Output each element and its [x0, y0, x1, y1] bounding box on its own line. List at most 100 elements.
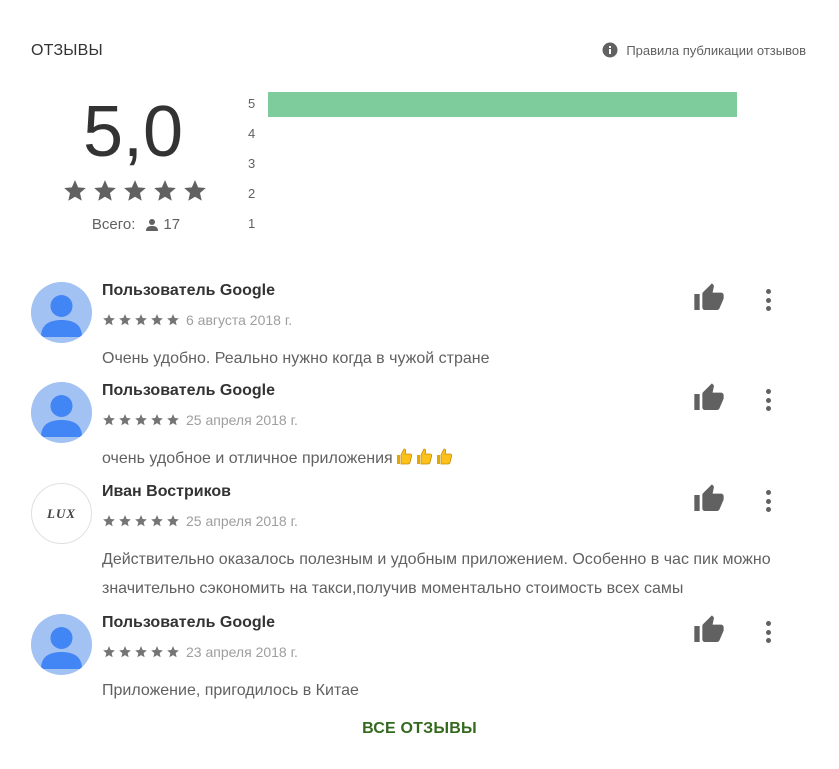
- more-options-dot: [765, 397, 771, 403]
- more-options-dot: [765, 629, 771, 635]
- user-silhouette-icon: [31, 282, 92, 343]
- star-icon: [124, 180, 146, 201]
- review-meta: 6 августа 2018 г.: [102, 312, 292, 328]
- star-icon: [167, 515, 179, 527]
- more-options-dot: [765, 498, 771, 504]
- review-date: 25 апреля 2018 г.: [186, 412, 298, 428]
- average-stars: [55, 178, 215, 204]
- thumbs-up-emoji-icon: [416, 448, 432, 465]
- total-label: Всего:: [91, 216, 136, 233]
- review-meta: 25 апреля 2018 г.: [102, 412, 298, 428]
- star-icon: [135, 515, 147, 527]
- star-icon: [119, 646, 131, 658]
- star-icon: [135, 646, 147, 658]
- thumbs-up-icon[interactable]: [693, 483, 725, 515]
- person-icon: [146, 218, 159, 231]
- review-text: Приложение, пригодилось в Китае: [102, 676, 812, 705]
- review-text: Действительно оказалось полезным и удобн…: [102, 545, 812, 603]
- total-ratings: Всего: 17: [57, 216, 215, 233]
- thumbs-up-icon[interactable]: [693, 282, 725, 314]
- review-policy-link[interactable]: Правила публикации отзывов: [602, 42, 806, 58]
- default-user-avatar: [31, 282, 92, 343]
- review-text-content: Действительно оказалось полезным и удобн…: [102, 551, 771, 597]
- more-options-icon[interactable]: [757, 487, 779, 515]
- more-options-dot: [765, 490, 771, 495]
- review-author: Пользователь Google: [102, 382, 276, 399]
- review-date: 23 апреля 2018 г.: [186, 644, 298, 660]
- thumbs-up-icon[interactable]: [693, 614, 725, 646]
- user-silhouette-icon: [31, 382, 92, 443]
- all-reviews-button[interactable]: ВСЕ ОТЗЫВЫ: [362, 720, 477, 737]
- star-icon: [103, 314, 115, 326]
- rating-summary: 5,0 Всего: 17: [55, 90, 215, 250]
- star-icon: [64, 180, 86, 201]
- review-date: 6 августа 2018 г.: [186, 312, 293, 328]
- star-icon: [103, 515, 115, 527]
- section-title: ОТЗЫВЫ: [31, 42, 103, 59]
- rating-histogram: 5 4 3 2 1: [246, 92, 746, 242]
- histogram-row: 3: [246, 152, 746, 174]
- star-icon: [151, 646, 163, 658]
- histogram-row: 4: [246, 122, 746, 144]
- reviews-header: ОТЗЫВЫ Правила публикации отзывов: [31, 40, 806, 64]
- histogram-label: 3: [248, 156, 256, 171]
- more-options-icon[interactable]: [757, 618, 779, 646]
- review-author: Пользователь Google: [102, 614, 276, 631]
- review-text-content: Приложение, пригодилось в Китае: [102, 682, 359, 699]
- histogram-label: 1: [248, 216, 256, 231]
- review-policy-label: Правила публикации отзывов: [626, 42, 806, 58]
- star-icon: [135, 414, 147, 426]
- histogram-row: 5: [246, 92, 746, 117]
- star-icon: [151, 414, 163, 426]
- thumbs-up-emoji-icon: [436, 448, 452, 465]
- all-reviews-container: ВСЕ ОТЗЫВЫ: [0, 720, 839, 738]
- histogram-row: 1: [246, 212, 746, 234]
- histogram-label: 5: [248, 96, 256, 111]
- review-text: очень удобное и отличное приложения: [102, 444, 812, 473]
- review-meta: 25 апреля 2018 г.: [102, 513, 298, 529]
- star-icon: [151, 515, 163, 527]
- histogram-label: 2: [248, 186, 256, 201]
- more-options-dot: [765, 306, 771, 311]
- more-options-dot: [765, 621, 771, 626]
- review-text-content: Очень удобно. Реально нужно когда в чужо…: [102, 350, 490, 367]
- star-icon: [135, 314, 147, 326]
- review-text: Очень удобно. Реально нужно когда в чужо…: [102, 344, 812, 373]
- star-icon: [103, 646, 115, 658]
- histogram-row: 2: [246, 182, 746, 204]
- total-count: 17: [163, 216, 181, 233]
- more-options-dot: [765, 289, 771, 294]
- more-options-icon[interactable]: [757, 386, 779, 414]
- more-options-dot: [765, 389, 771, 394]
- star-icon: [119, 314, 131, 326]
- star-icon: [184, 180, 206, 201]
- more-options-icon[interactable]: [757, 286, 779, 314]
- star-icon: [167, 314, 179, 326]
- star-icon: [151, 314, 163, 326]
- more-options-dot: [765, 507, 771, 512]
- more-options-dot: [765, 406, 771, 411]
- star-icon: [94, 180, 116, 201]
- more-options-dot: [765, 638, 771, 643]
- star-icon: [119, 515, 131, 527]
- star-icon: [154, 180, 176, 201]
- user-silhouette-icon: [31, 614, 92, 675]
- review-meta: 23 апреля 2018 г.: [102, 644, 298, 660]
- default-user-avatar: [31, 614, 92, 675]
- star-icon: [119, 414, 131, 426]
- average-score: 5,0: [82, 92, 184, 172]
- default-user-avatar: [31, 382, 92, 443]
- thumbs-up-icon[interactable]: [693, 382, 725, 414]
- lux-logo-avatar: LUX: [31, 483, 92, 544]
- avatar-logo-text: LUX: [47, 505, 76, 521]
- review-author: Иван Востриков: [102, 483, 231, 500]
- star-icon: [103, 414, 115, 426]
- info-icon: [602, 42, 618, 58]
- review-date: 25 апреля 2018 г.: [186, 513, 298, 529]
- star-icon: [167, 646, 179, 658]
- star-icon: [167, 414, 179, 426]
- review-text-content: очень удобное и отличное приложения: [102, 450, 393, 467]
- review-author: Пользователь Google: [102, 282, 276, 299]
- more-options-dot: [765, 297, 771, 303]
- histogram-bar: [268, 92, 737, 117]
